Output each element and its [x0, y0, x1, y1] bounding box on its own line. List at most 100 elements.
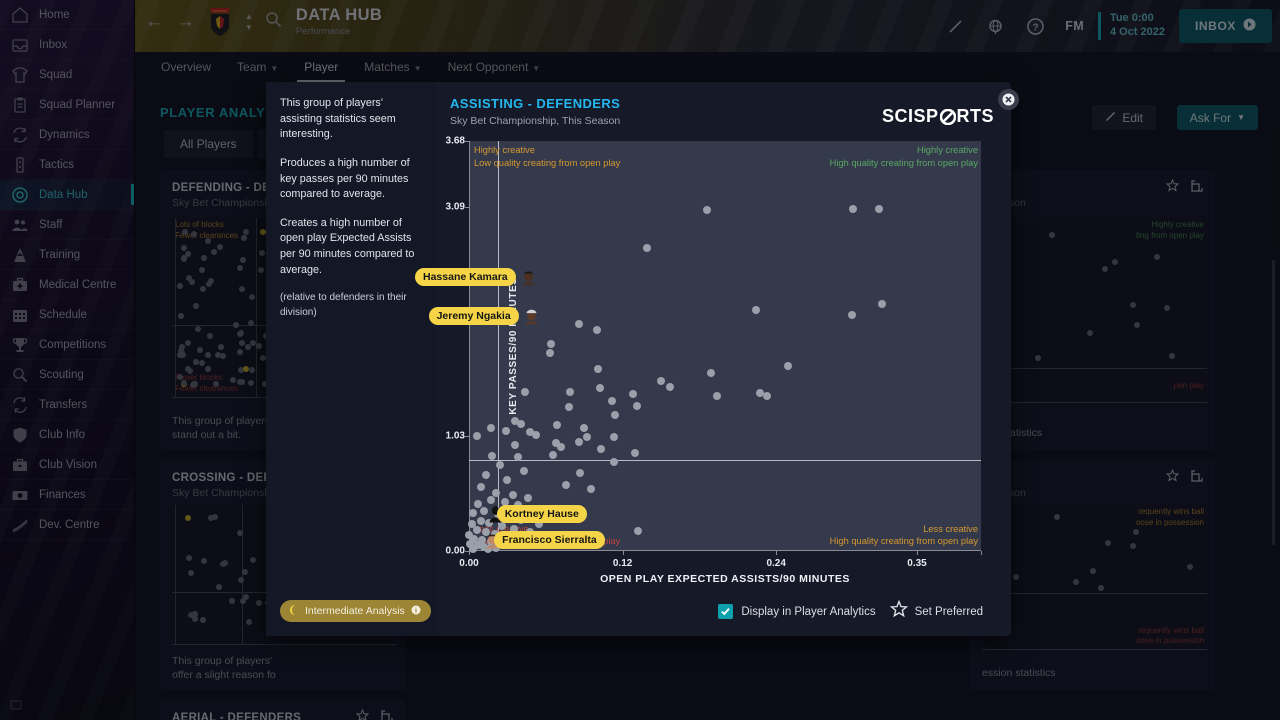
quad-tr-line2: High quality creating from open play: [829, 157, 978, 168]
data-point[interactable]: [596, 444, 605, 453]
player-label-francisco-sierralta[interactable]: Francisco Sierralta: [494, 531, 605, 550]
data-point[interactable]: [486, 495, 495, 504]
check-icon[interactable]: [718, 604, 734, 619]
close-icon[interactable]: [998, 89, 1019, 110]
player-avatar[interactable]: [524, 307, 539, 325]
quad-tl-line1: Highly creative: [474, 145, 535, 155]
data-point[interactable]: [595, 384, 604, 393]
data-point[interactable]: [488, 452, 497, 461]
data-point[interactable]: [751, 306, 760, 315]
data-point[interactable]: [633, 526, 642, 535]
data-point[interactable]: [657, 376, 665, 385]
data-point[interactable]: [545, 348, 554, 357]
chart-title: ASSISTING - DEFENDERS: [450, 96, 621, 111]
data-point[interactable]: [713, 392, 722, 401]
tip-paragraph-4: (relative to defenders in their division…: [280, 292, 407, 318]
player-avatar[interactable]: [521, 268, 536, 286]
data-point[interactable]: [513, 453, 522, 462]
data-point[interactable]: [517, 419, 526, 428]
x-tick-label: 0.00: [459, 558, 479, 569]
data-point[interactable]: [632, 402, 641, 411]
quadrant-annot-bottom-right: Less creative High quality creating from…: [830, 523, 978, 548]
data-point[interactable]: [609, 433, 618, 442]
data-point[interactable]: [549, 451, 558, 460]
chart-panel: ASSISTING - DEFENDERS Sky Bet Championsh…: [415, 82, 1011, 636]
data-point[interactable]: [582, 433, 591, 442]
data-point[interactable]: [874, 204, 883, 213]
data-point[interactable]: [593, 326, 601, 335]
data-point[interactable]: [523, 493, 532, 502]
data-point[interactable]: [520, 466, 529, 475]
data-point[interactable]: [521, 387, 530, 396]
scatter-plot[interactable]: KEY PASSES/90 MINUTES OPEN PLAY EXPECTED…: [415, 136, 982, 585]
data-point[interactable]: [503, 475, 512, 484]
plot-background: [469, 141, 981, 551]
data-point[interactable]: [511, 441, 520, 450]
y-axis-label: KEY PASSES/90 MINUTES: [508, 277, 520, 415]
data-point[interactable]: [476, 483, 485, 492]
data-point[interactable]: [847, 310, 856, 319]
y-tick-mark: [465, 436, 469, 438]
data-point[interactable]: [703, 206, 712, 215]
data-point[interactable]: [575, 319, 584, 328]
analysis-modal: This group of players' assisting statist…: [266, 82, 1019, 636]
data-point[interactable]: [586, 484, 595, 493]
x-tick-label: 0.24: [766, 558, 786, 569]
data-point[interactable]: [553, 421, 562, 430]
y-axis: [469, 141, 470, 551]
data-point[interactable]: [665, 383, 674, 392]
data-point[interactable]: [763, 392, 772, 401]
data-point[interactable]: [564, 403, 573, 412]
data-point[interactable]: [566, 387, 575, 396]
data-point[interactable]: [580, 424, 589, 433]
quadrant-annot-top-right: Highly creative High quality creating fr…: [830, 144, 978, 169]
scisports-logo-part1: SCISP: [881, 106, 939, 126]
data-point[interactable]: [502, 426, 511, 435]
intermediate-analysis-badge[interactable]: Intermediate Analysis i: [280, 600, 431, 622]
tip-paragraph-2: Produces a high number of key passes per…: [280, 156, 410, 201]
data-point[interactable]: [472, 525, 481, 534]
set-preferred-button[interactable]: Set Preferred: [889, 599, 983, 623]
display-in-player-analytics-checkbox[interactable]: Display in Player Analytics: [718, 604, 876, 619]
player-label-hassane-kamara[interactable]: Hassane Kamara: [415, 267, 516, 286]
data-point[interactable]: [468, 509, 477, 518]
data-point[interactable]: [783, 362, 792, 371]
quad-tr-line1: Highly creative: [917, 145, 978, 155]
data-point[interactable]: [495, 461, 504, 470]
data-point[interactable]: [849, 204, 857, 213]
x-tick-mark: [917, 551, 918, 555]
data-point[interactable]: [610, 411, 619, 420]
data-point[interactable]: [608, 396, 617, 405]
data-point[interactable]: [486, 424, 495, 433]
analysis-tip-panel: This group of players' assisting statist…: [266, 82, 437, 636]
info-icon[interactable]: i: [411, 605, 421, 618]
data-point[interactable]: [878, 299, 887, 308]
y-tick-label: 1.03: [445, 430, 465, 442]
data-point[interactable]: [594, 365, 603, 374]
data-point[interactable]: [576, 469, 585, 477]
data-point[interactable]: [575, 437, 584, 446]
data-point[interactable]: [642, 243, 651, 252]
y-tick-label: 3.09: [445, 201, 465, 213]
y-tick-mark: [465, 141, 469, 142]
data-point[interactable]: [706, 368, 715, 377]
data-point[interactable]: [481, 471, 490, 480]
y-tick-label: 3.68: [445, 135, 465, 147]
player-label-kortney-hause[interactable]: Kortney Hause: [496, 504, 587, 523]
x-tick-label: 0.12: [612, 558, 633, 569]
svg-text:i: i: [415, 606, 417, 614]
moon-icon: [287, 604, 299, 619]
data-point[interactable]: [468, 544, 477, 553]
data-point[interactable]: [609, 457, 618, 466]
data-point[interactable]: [631, 448, 640, 457]
data-point[interactable]: [531, 431, 540, 440]
data-point[interactable]: [498, 522, 507, 531]
data-point[interactable]: [508, 491, 517, 500]
data-point[interactable]: [472, 432, 481, 441]
data-point[interactable]: [546, 339, 555, 348]
data-point[interactable]: [557, 443, 566, 452]
data-point[interactable]: [562, 481, 571, 490]
data-point[interactable]: [476, 516, 485, 525]
player-label-jeremy-ngakia[interactable]: Jeremy Ngakia: [428, 306, 519, 325]
data-point[interactable]: [628, 389, 637, 398]
